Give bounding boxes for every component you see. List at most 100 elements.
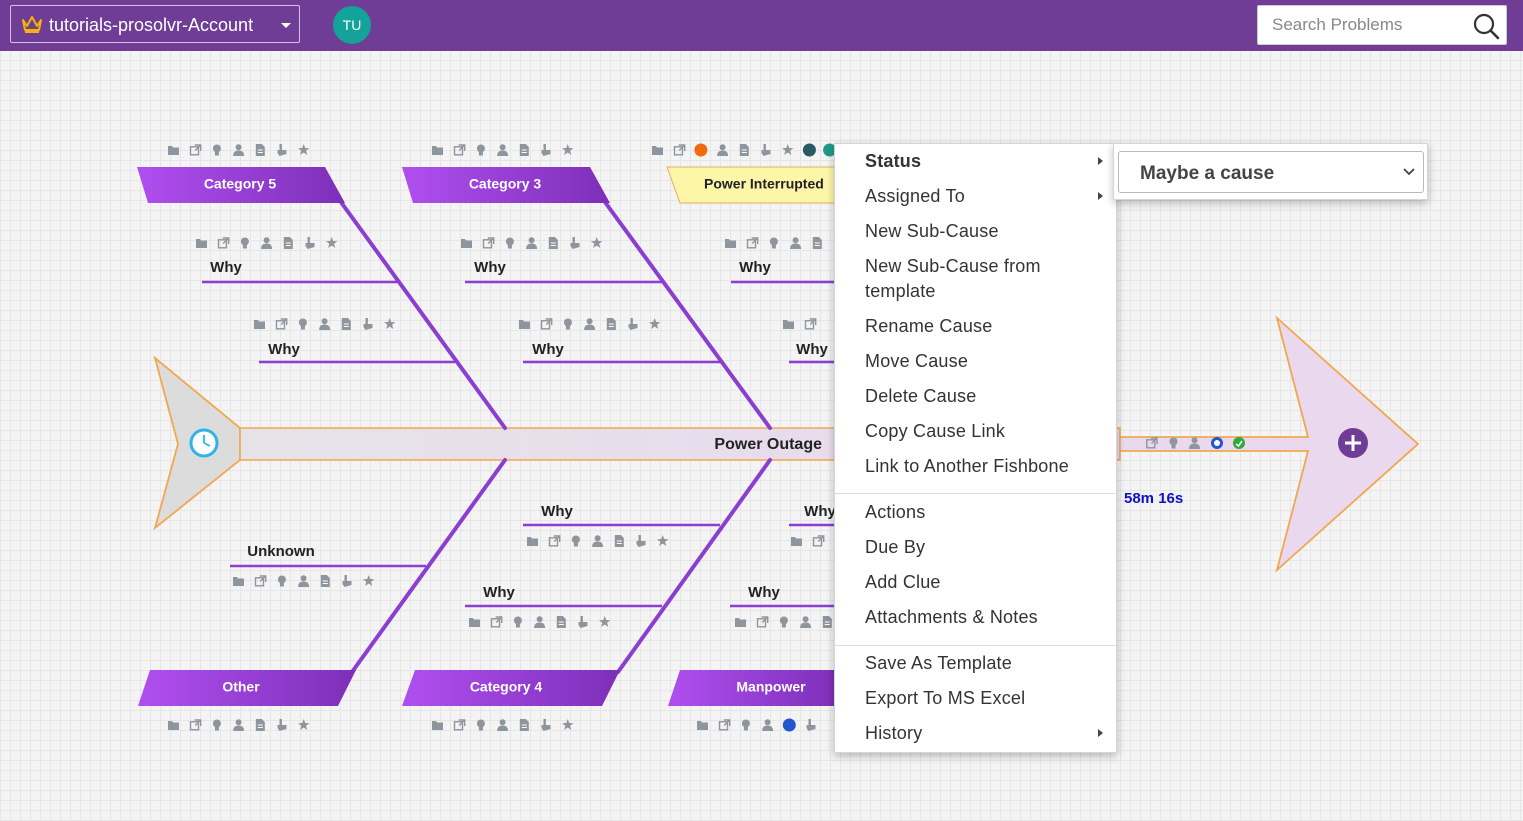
menu-link-another-fishbone[interactable]: Link to Another Fishbone: [835, 454, 1116, 479]
menu-delete-cause[interactable]: Delete Cause: [835, 384, 1116, 409]
hand-icon[interactable]: [277, 144, 287, 156]
external-link-icon[interactable]: [275, 318, 288, 330]
hand-icon[interactable]: [541, 719, 551, 731]
sub-cause-label[interactable]: Why: [804, 503, 836, 520]
sub-cause-label[interactable]: Why: [748, 584, 780, 601]
add-category-button[interactable]: [1338, 428, 1368, 458]
person-icon[interactable]: [298, 575, 310, 587]
menu-new-sub-cause-from-template[interactable]: New Sub-Cause from template: [835, 254, 1116, 304]
hand-icon[interactable]: [636, 535, 646, 547]
document-icon[interactable]: [255, 718, 266, 732]
hand-icon[interactable]: [342, 575, 352, 587]
lightbulb-icon[interactable]: [476, 719, 485, 731]
document-icon[interactable]: [822, 615, 833, 629]
lightbulb-icon[interactable]: [741, 719, 750, 731]
hand-icon[interactable]: [363, 318, 373, 330]
lightbulb-icon[interactable]: [571, 535, 580, 547]
document-icon[interactable]: [556, 615, 567, 629]
lightbulb-icon[interactable]: [212, 719, 221, 731]
account-selector[interactable]: tutorials-prosolvr-Account: [10, 5, 300, 43]
star-icon[interactable]: [384, 318, 396, 329]
person-icon[interactable]: [534, 616, 546, 628]
folder-icon[interactable]: [196, 239, 207, 248]
folder-icon[interactable]: [168, 721, 179, 730]
document-icon[interactable]: [812, 236, 823, 250]
status-select[interactable]: Maybe a cause: [1118, 151, 1424, 193]
hand-icon[interactable]: [806, 719, 816, 731]
person-icon[interactable]: [319, 318, 331, 330]
document-icon[interactable]: [614, 534, 625, 548]
external-link-icon[interactable]: [189, 719, 202, 731]
star-icon[interactable]: [562, 144, 574, 155]
folder-icon[interactable]: [652, 146, 663, 155]
folder-icon[interactable]: [432, 146, 443, 155]
person-icon[interactable]: [790, 237, 802, 249]
category-3[interactable]: Category 3: [402, 167, 610, 203]
folder-icon[interactable]: [527, 537, 538, 546]
lightbulb-icon[interactable]: [563, 318, 572, 330]
person-icon[interactable]: [526, 237, 538, 249]
menu-status[interactable]: Status: [835, 149, 1116, 174]
star-icon[interactable]: [591, 237, 603, 248]
problem-title[interactable]: Power Outage: [714, 436, 822, 453]
status-blue-icon[interactable]: [782, 718, 796, 732]
hand-icon[interactable]: [541, 144, 551, 156]
hand-icon[interactable]: [305, 237, 315, 249]
external-link-icon[interactable]: [217, 237, 230, 249]
external-link-icon[interactable]: [756, 616, 769, 628]
star-icon[interactable]: [599, 616, 611, 627]
sub-cause-label[interactable]: Why: [210, 259, 242, 276]
menu-rename-cause[interactable]: Rename Cause: [835, 314, 1116, 339]
lightbulb-icon[interactable]: [769, 237, 778, 249]
avatar[interactable]: TU: [333, 6, 371, 44]
menu-export-excel[interactable]: Export To MS Excel: [835, 686, 1116, 711]
menu-move-cause[interactable]: Move Cause: [835, 349, 1116, 374]
person-icon[interactable]: [762, 719, 774, 731]
star-icon[interactable]: [326, 237, 338, 248]
star-icon[interactable]: [657, 535, 669, 546]
category-4[interactable]: Category 4: [402, 670, 620, 706]
star-icon[interactable]: [562, 719, 574, 730]
document-icon[interactable]: [739, 143, 750, 157]
hand-icon[interactable]: [761, 144, 771, 156]
folder-icon[interactable]: [168, 146, 179, 155]
folder-icon[interactable]: [254, 320, 265, 329]
menu-due-by[interactable]: Due By: [835, 535, 1116, 560]
eye-icon[interactable]: [802, 143, 816, 157]
person-icon[interactable]: [800, 616, 812, 628]
hand-icon[interactable]: [277, 719, 287, 731]
person-icon[interactable]: [261, 237, 273, 249]
lightbulb-icon[interactable]: [298, 318, 307, 330]
folder-icon[interactable]: [233, 577, 244, 586]
hand-icon[interactable]: [578, 616, 588, 628]
sub-cause-label[interactable]: Why: [541, 503, 573, 520]
status-green-icon[interactable]: [1233, 437, 1245, 449]
clock-icon[interactable]: [189, 428, 219, 458]
sub-cause-label[interactable]: Why: [532, 341, 564, 358]
external-link-icon[interactable]: [812, 535, 825, 547]
star-icon[interactable]: [363, 575, 375, 586]
folder-icon[interactable]: [783, 320, 794, 329]
external-link-icon[interactable]: [490, 616, 503, 628]
lightbulb-icon[interactable]: [476, 144, 485, 156]
search-icon[interactable]: [1472, 12, 1500, 40]
external-link-icon[interactable]: [453, 144, 466, 156]
external-link-icon[interactable]: [548, 535, 561, 547]
menu-assigned-to[interactable]: Assigned To: [835, 184, 1116, 209]
category-power-interrupted[interactable]: Power Interrupted: [666, 166, 839, 204]
external-link-icon[interactable]: [804, 318, 817, 330]
folder-icon[interactable]: [469, 618, 480, 627]
document-icon[interactable]: [519, 718, 530, 732]
status-blue-icon[interactable]: [1211, 437, 1223, 449]
document-icon[interactable]: [320, 574, 331, 588]
document-icon[interactable]: [341, 317, 352, 331]
document-icon[interactable]: [548, 236, 559, 250]
star-icon[interactable]: [298, 719, 310, 730]
category-manpower[interactable]: Manpower: [668, 670, 838, 706]
star-icon[interactable]: [782, 144, 794, 155]
folder-icon[interactable]: [461, 239, 472, 248]
menu-add-clue[interactable]: Add Clue: [835, 570, 1116, 595]
external-link-icon[interactable]: [673, 144, 686, 156]
person-icon[interactable]: [233, 144, 245, 156]
menu-save-as-template[interactable]: Save As Template: [835, 651, 1116, 676]
